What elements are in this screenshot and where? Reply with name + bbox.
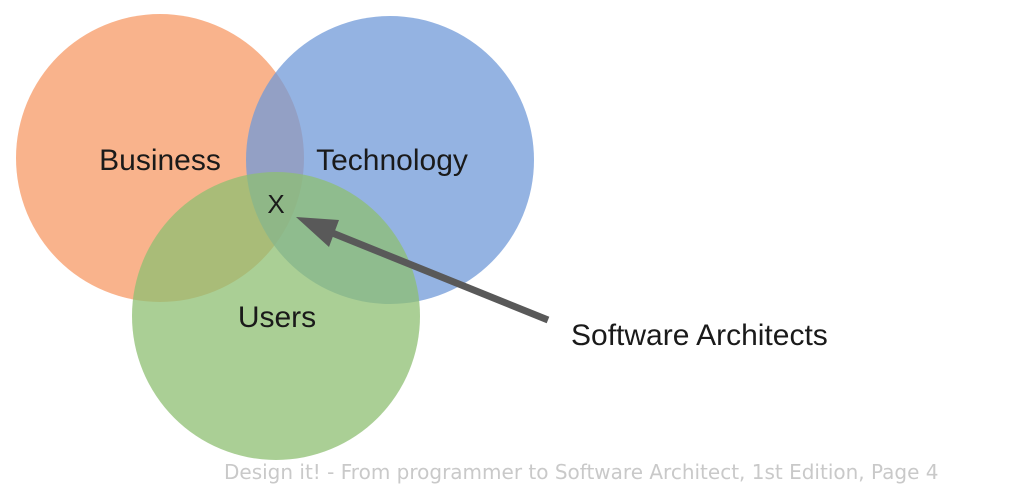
source-caption: Design it! - From programmer to Software… [224, 460, 939, 484]
circles [16, 14, 534, 460]
intersection-marker: X [267, 189, 284, 219]
venn-diagram: Business Technology Users X Software Arc… [16, 14, 828, 460]
users-label: Users [238, 301, 316, 334]
technology-label: Technology [316, 144, 468, 177]
business-label: Business [99, 144, 221, 177]
software-architects-label: Software Architects [571, 319, 828, 352]
